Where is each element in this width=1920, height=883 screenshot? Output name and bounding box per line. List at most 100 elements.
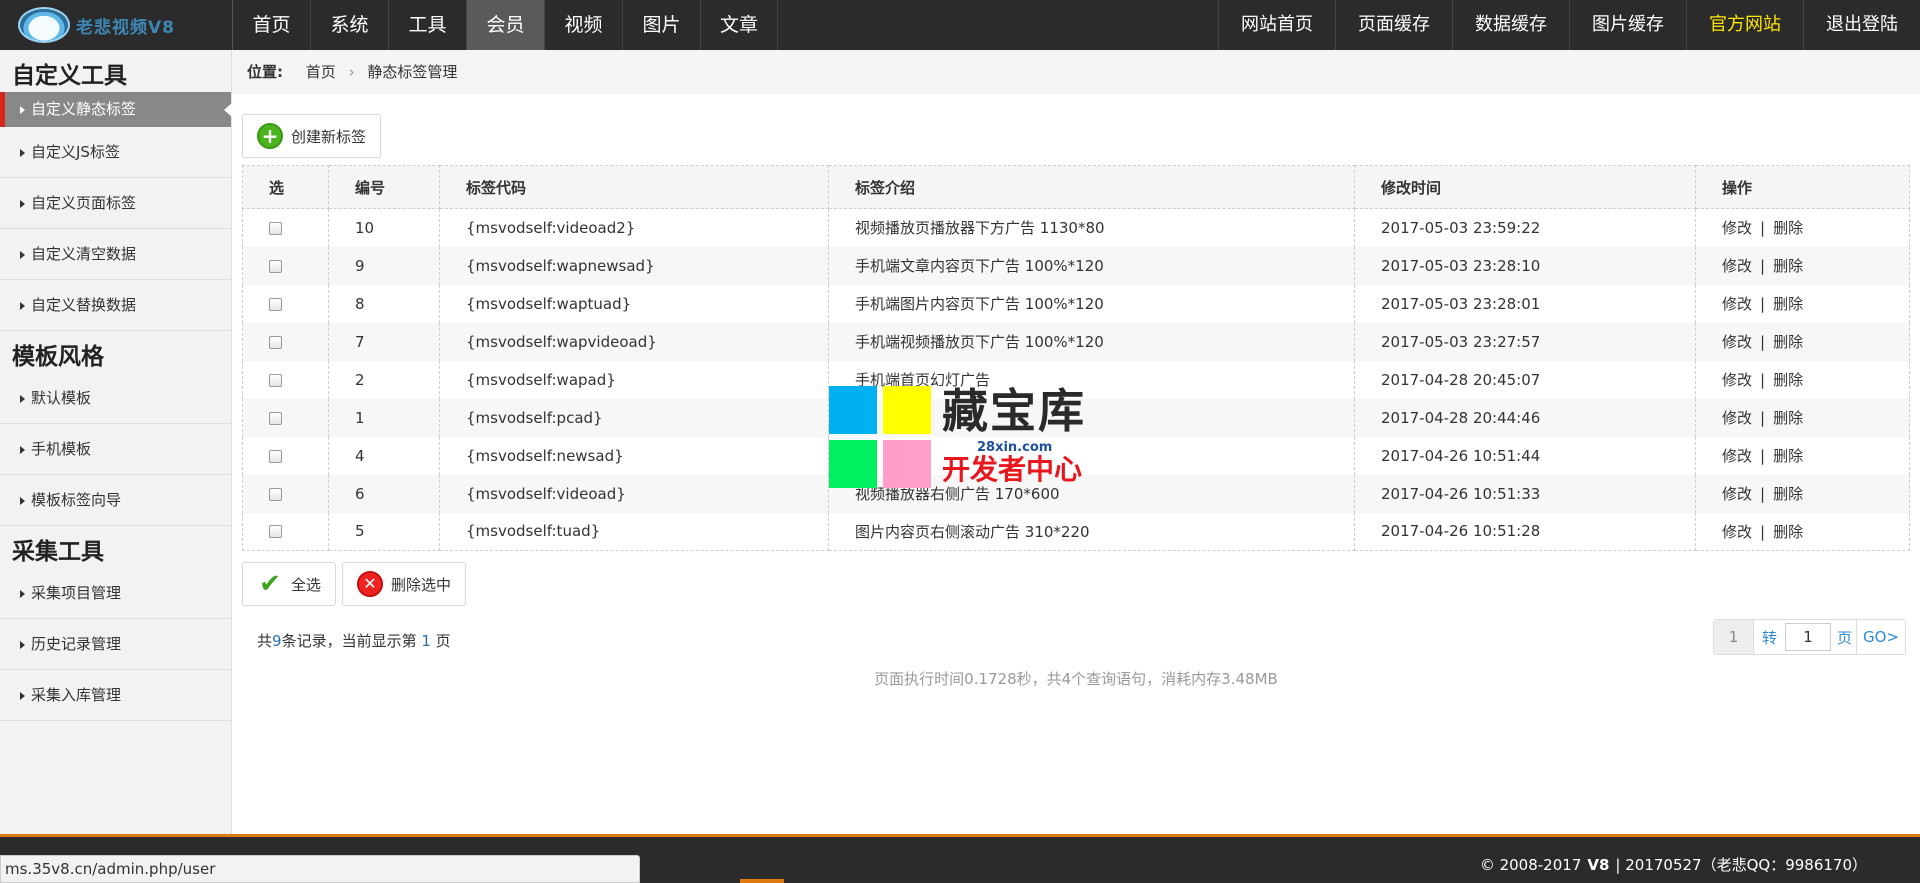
sidebar-item[interactable]: 模板标签向导 <box>0 475 231 526</box>
nav-item[interactable]: 图片 <box>622 0 700 50</box>
nav-item[interactable]: 系统 <box>310 0 388 50</box>
edit-link[interactable]: 修改 <box>1722 409 1752 427</box>
go-button[interactable]: GO> <box>1856 620 1905 654</box>
row-select-cell <box>242 360 329 399</box>
edit-link[interactable]: 修改 <box>1722 447 1752 465</box>
nav-item[interactable]: 工具 <box>388 0 466 50</box>
row-select-cell <box>242 398 329 437</box>
sidebar-item[interactable]: 自定义替换数据 <box>0 280 231 331</box>
sidebar-item-label: 采集项目管理 <box>31 584 122 602</box>
quick-nav-item[interactable]: 官方网站 <box>1686 0 1803 50</box>
delete-link[interactable]: 删除 <box>1773 523 1803 541</box>
nav-item[interactable]: 视频 <box>544 0 622 50</box>
delete-link[interactable]: 删除 <box>1773 333 1803 351</box>
row-description: 手机端视频播放页下广告 100%*120 <box>828 322 1355 361</box>
row-code: {msvodself:newsad} <box>439 436 829 475</box>
select-all-button[interactable]: ✔ 全选 <box>242 562 337 606</box>
watermark-square-green <box>829 440 877 488</box>
row-code: {msvodself:wapvideoad} <box>439 322 829 361</box>
row-actions: 修改 | 删除 <box>1695 246 1910 285</box>
delete-link[interactable]: 删除 <box>1773 295 1803 313</box>
sidebar-item[interactable]: 自定义页面标签 <box>0 178 231 229</box>
row-actions: 修改 | 删除 <box>1695 398 1910 437</box>
row-checkbox[interactable] <box>269 449 282 463</box>
delete-link[interactable]: 删除 <box>1773 485 1803 503</box>
row-checkbox[interactable] <box>269 221 282 235</box>
caret-right-icon <box>20 148 25 157</box>
edit-link[interactable]: 修改 <box>1722 371 1752 389</box>
delete-link[interactable]: 删除 <box>1773 409 1803 427</box>
quick-nav-item[interactable]: 数据缓存 <box>1452 0 1569 50</box>
quick-nav-item[interactable]: 页面缓存 <box>1335 0 1452 50</box>
row-description: 视频播放页播放器下方广告 1130*80 <box>828 208 1355 247</box>
row-checkbox[interactable] <box>269 411 282 425</box>
sidebar-item[interactable]: 自定义静态标签 <box>0 92 232 127</box>
quick-nav-item[interactable]: 网站首页 <box>1218 0 1335 50</box>
row-checkbox[interactable] <box>269 297 282 311</box>
copyright-years: © 2008-2017 <box>1479 856 1582 874</box>
row-select-cell <box>242 284 329 323</box>
watermark-square-blue <box>829 386 877 434</box>
row-actions: 修改 | 删除 <box>1695 512 1910 551</box>
status-url: ms.35v8.cn/admin.php/user <box>0 855 640 883</box>
row-code: {msvodself:videoad} <box>439 474 829 513</box>
caret-right-icon <box>20 445 25 454</box>
nav-item[interactable]: 首页 <box>232 0 310 50</box>
delete-selected-button[interactable]: ✕ 删除选中 <box>342 562 467 606</box>
nav-item[interactable]: 文章 <box>700 0 778 50</box>
top-navbar: 老悲视频V8 首页 系统 工具 会员 视频 图片 文章 网站首页 页面缓存 数据缓存 图片缓存 官方… <box>0 0 1920 50</box>
sidebar-item-label: 自定义页面标签 <box>31 194 137 212</box>
sidebar-item-label: 自定义替换数据 <box>31 296 137 314</box>
row-actions: 修改 | 删除 <box>1695 360 1910 399</box>
record-total: 9 <box>272 632 282 650</box>
delete-link[interactable]: 删除 <box>1773 447 1803 465</box>
copyright: © 2008-2017 V8 | 20170527（老悲QQ：9986170） <box>1480 855 1867 875</box>
watermark-square-yellow <box>883 386 931 434</box>
row-id: 8 <box>328 284 440 323</box>
sidebar-item[interactable]: 自定义清空数据 <box>0 229 231 280</box>
row-checkbox[interactable] <box>269 373 282 387</box>
edit-link[interactable]: 修改 <box>1722 295 1752 313</box>
sidebar-item-label: 模板标签向导 <box>31 491 122 509</box>
edit-link[interactable]: 修改 <box>1722 257 1752 275</box>
create-tag-button[interactable]: + 创建新标签 <box>242 114 382 158</box>
edit-link[interactable]: 修改 <box>1722 523 1752 541</box>
row-code: {msvodself:wapad} <box>439 360 829 399</box>
row-description: 手机端文章内容页下广告 100%*120 <box>828 246 1355 285</box>
breadcrumb-home-link[interactable]: 首页 <box>306 63 336 81</box>
edit-link[interactable]: 修改 <box>1722 219 1752 237</box>
delete-link[interactable]: 删除 <box>1773 219 1803 237</box>
sidebar-item[interactable]: 默认模板 <box>0 373 231 424</box>
sidebar-item[interactable]: 采集项目管理 <box>0 568 231 619</box>
sidebar-group-title: 采集工具 <box>12 539 104 565</box>
row-checkbox[interactable] <box>269 487 282 501</box>
row-checkbox[interactable] <box>269 335 282 349</box>
row-id: 7 <box>328 322 440 361</box>
delete-link[interactable]: 删除 <box>1773 371 1803 389</box>
row-checkbox[interactable] <box>269 525 282 539</box>
action-separator: | <box>1760 447 1766 465</box>
current-page: 1 <box>1714 620 1754 654</box>
delete-selected-label: 删除选中 <box>391 575 452 594</box>
table-row: 5 {msvodself:tuad} 图片内容页右侧滚动广告 310*220 2017… <box>242 512 1910 551</box>
edit-link[interactable]: 修改 <box>1722 485 1752 503</box>
row-checkbox[interactable] <box>269 259 282 273</box>
caret-right-icon <box>20 199 25 208</box>
quick-nav-item[interactable]: 图片缓存 <box>1569 0 1686 50</box>
delete-link[interactable]: 删除 <box>1773 257 1803 275</box>
logo[interactable]: 老悲视频V8 <box>0 0 232 50</box>
page-number-input[interactable] <box>1785 623 1832 651</box>
sidebar-item[interactable]: 自定义JS标签 <box>0 127 231 178</box>
caret-right-icon <box>20 640 25 649</box>
sidebar: 自定义工具 自定义静态标签 自定义JS标签 自定义页面标签 自定义清空数据 自定义替换数据… <box>0 50 232 834</box>
quick-nav-item[interactable]: 退出登陆 <box>1803 0 1920 50</box>
sidebar-item[interactable]: 手机模板 <box>0 424 231 475</box>
sidebar-item[interactable]: 历史记录管理 <box>0 619 231 670</box>
edit-link[interactable]: 修改 <box>1722 333 1752 351</box>
row-modified-time: 2017-04-28 20:45:07 <box>1354 360 1696 399</box>
row-modified-time: 2017-04-28 20:44:46 <box>1354 398 1696 437</box>
checkmark-icon: ✔ <box>259 569 281 599</box>
nav-item[interactable]: 会员 <box>466 0 544 50</box>
pagination: 1 转 页 GO> <box>1713 619 1907 655</box>
caret-right-icon <box>20 394 25 403</box>
